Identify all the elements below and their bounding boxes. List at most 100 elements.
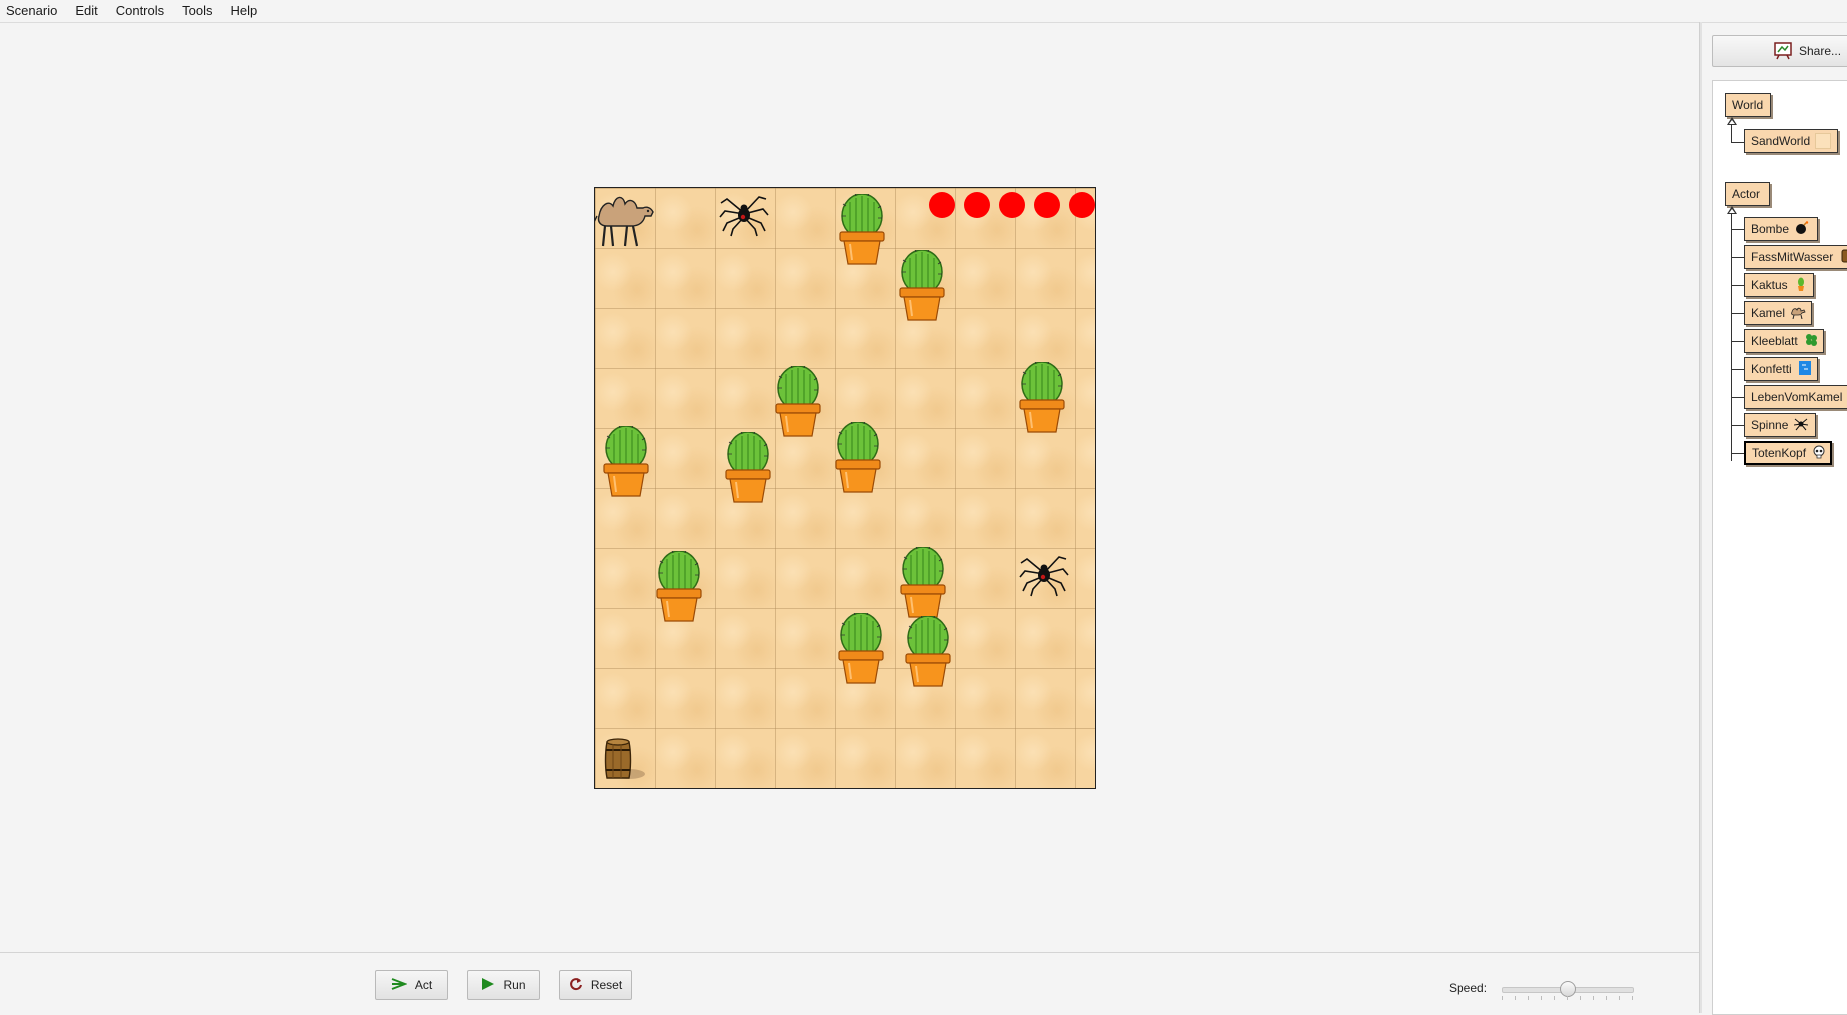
cactus-actor[interactable] xyxy=(835,611,887,685)
camel-life-indicator[interactable] xyxy=(1034,192,1060,218)
cactus-actor[interactable] xyxy=(897,545,949,619)
inheritance-line xyxy=(1731,285,1745,286)
share-button[interactable]: Share... xyxy=(1712,35,1847,67)
inheritance-line xyxy=(1731,125,1732,143)
inheritance-line xyxy=(1731,229,1745,230)
cactus-actor[interactable] xyxy=(722,430,774,504)
cactus-actor[interactable] xyxy=(653,549,705,623)
reset-icon xyxy=(569,977,583,994)
cactus-actor[interactable] xyxy=(600,424,652,498)
class-name-label: Spinne xyxy=(1751,418,1789,432)
barrel-icon xyxy=(1838,249,1847,265)
speed-tick xyxy=(1593,996,1594,1000)
class-name-label: LebenVomKamel xyxy=(1751,390,1843,404)
sand-world-grid[interactable] xyxy=(594,187,1096,789)
class-kamel[interactable]: Kamel xyxy=(1744,301,1812,325)
speed-tick xyxy=(1619,996,1620,1000)
class-bombe[interactable]: Bombe xyxy=(1744,217,1818,241)
speed-tick xyxy=(1541,996,1542,1000)
cactus-icon xyxy=(1793,277,1809,293)
act-button[interactable]: Act xyxy=(375,970,448,1000)
class-totenkopf[interactable]: TotenKopf xyxy=(1744,441,1832,465)
class-name-label: FassMitWasser xyxy=(1751,250,1834,264)
sand-swatch-icon xyxy=(1815,133,1832,149)
class-sandworld[interactable]: SandWorld xyxy=(1744,129,1838,153)
cactus-actor[interactable] xyxy=(1016,360,1068,434)
class-name-label: Konfetti xyxy=(1751,362,1792,376)
cactus-actor[interactable] xyxy=(896,248,948,322)
camel-life-indicator[interactable] xyxy=(929,192,955,218)
speed-label: Speed: xyxy=(1449,981,1488,995)
class-name-label: Kaktus xyxy=(1751,278,1788,292)
inheritance-arrow-icon xyxy=(1727,117,1737,125)
spider-icon xyxy=(1793,417,1809,433)
menu-tools[interactable]: Tools xyxy=(173,0,221,22)
speed-tick xyxy=(1632,996,1633,1000)
inheritance-line xyxy=(1731,453,1745,454)
water-barrel-actor[interactable] xyxy=(601,738,647,782)
menu-edit[interactable]: Edit xyxy=(66,0,106,22)
bomb-icon xyxy=(1794,221,1810,237)
inheritance-line xyxy=(1731,369,1745,370)
speed-tick xyxy=(1554,996,1555,1000)
speed-slider[interactable] xyxy=(1502,980,1634,1000)
speed-tick xyxy=(1606,996,1607,1000)
class-diagram: World SandWorld Actor Bombe FassMitWasser Kak… xyxy=(1712,80,1847,1015)
act-icon xyxy=(391,977,408,993)
class-name-label: Kamel xyxy=(1751,306,1786,320)
class-name-label: TotenKopf xyxy=(1752,446,1807,460)
run-button[interactable]: Run xyxy=(467,970,540,1000)
class-fassmitwasser[interactable]: FassMitWasser xyxy=(1744,245,1847,269)
inheritance-line xyxy=(1731,341,1745,342)
confetti-icon xyxy=(1797,361,1813,377)
class-name-label: Bombe xyxy=(1751,222,1790,236)
cactus-actor[interactable] xyxy=(902,614,954,688)
bottom-divider xyxy=(0,952,1699,953)
inheritance-line xyxy=(1731,142,1745,143)
class-actor[interactable]: Actor xyxy=(1725,182,1770,206)
menu-scenario[interactable]: Scenario xyxy=(0,0,66,22)
speed-tick xyxy=(1502,996,1503,1000)
speed-tick xyxy=(1580,996,1581,1000)
inheritance-line xyxy=(1731,257,1745,258)
share-label: Share... xyxy=(1799,44,1842,58)
speed-tick xyxy=(1567,996,1568,1000)
camel-life-indicator[interactable] xyxy=(1069,192,1095,218)
reset-label: Reset xyxy=(590,978,623,992)
run-label: Run xyxy=(503,978,526,992)
camel-life-indicator[interactable] xyxy=(964,192,990,218)
spider-actor[interactable] xyxy=(1019,553,1069,597)
cactus-actor[interactable] xyxy=(832,420,884,494)
speed-tick xyxy=(1515,996,1516,1000)
class-konfetti[interactable]: Konfetti xyxy=(1744,357,1818,381)
inheritance-arrow-icon xyxy=(1727,206,1737,214)
menu-controls[interactable]: Controls xyxy=(107,0,173,22)
speed-slider-thumb[interactable] xyxy=(1560,981,1576,997)
class-name-label: Kleeblatt xyxy=(1751,334,1798,348)
class-kleeblatt[interactable]: Kleeblatt xyxy=(1744,329,1824,353)
class-name-label: World xyxy=(1732,98,1764,112)
inheritance-line xyxy=(1731,213,1732,461)
inheritance-line xyxy=(1731,425,1745,426)
play-icon xyxy=(481,977,495,994)
spider-actor[interactable] xyxy=(719,193,769,237)
class-lebenvomkamel[interactable]: LebenVomKamel xyxy=(1744,385,1847,409)
cactus-actor[interactable] xyxy=(836,192,888,266)
share-icon xyxy=(1773,40,1793,63)
menu-bar: Scenario Edit Controls Tools Help xyxy=(0,0,1847,23)
class-kaktus[interactable]: Kaktus xyxy=(1744,273,1814,297)
world-view xyxy=(594,187,1096,789)
class-name-label: Actor xyxy=(1732,187,1761,201)
reset-button[interactable]: Reset xyxy=(559,970,632,1000)
act-label: Act xyxy=(414,978,433,992)
panel-separator[interactable] xyxy=(1699,22,1702,1013)
class-spinne[interactable]: Spinne xyxy=(1744,413,1816,437)
skull-icon xyxy=(1811,445,1827,461)
inheritance-line xyxy=(1731,397,1745,398)
class-world[interactable]: World xyxy=(1725,93,1771,117)
camel-icon xyxy=(1790,305,1806,321)
menu-help[interactable]: Help xyxy=(222,0,267,22)
cactus-actor[interactable] xyxy=(772,364,824,438)
camel-life-indicator[interactable] xyxy=(999,192,1025,218)
camel-actor[interactable] xyxy=(595,188,659,250)
